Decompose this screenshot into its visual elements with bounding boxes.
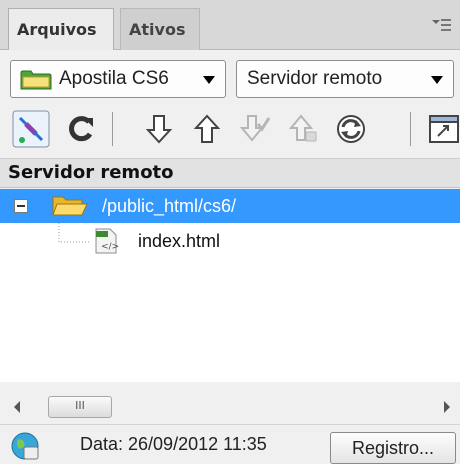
panel-menu-icon[interactable]: [430, 16, 452, 34]
tab-ativos[interactable]: Ativos: [120, 8, 200, 50]
scroll-left-icon[interactable]: [12, 400, 22, 414]
check-out-icon[interactable]: [236, 110, 274, 148]
folder-icon: [20, 70, 52, 90]
status-bar: Data: 26/09/2012 11:35 Registro...: [0, 424, 460, 464]
toolbar-separator: [112, 112, 113, 146]
tab-arquivos[interactable]: Arquivos: [8, 8, 114, 50]
check-in-icon[interactable]: [284, 110, 322, 148]
collapse-icon[interactable]: [14, 199, 28, 213]
connect-icon[interactable]: [12, 110, 50, 148]
status-text: Data: 26/09/2012 11:35: [80, 434, 267, 454]
open-folder-icon: [52, 196, 88, 216]
globe-icon: [11, 432, 39, 460]
refresh-icon[interactable]: [62, 110, 100, 148]
file-tree: /public_html/cs6/ </> index.html: [0, 189, 460, 382]
toolbar-separator: [410, 112, 411, 146]
get-icon[interactable]: [140, 110, 178, 148]
tree-file-label: index.html: [138, 231, 221, 251]
chevron-down-icon: [203, 76, 215, 84]
scroll-thumb[interactable]: III: [48, 396, 112, 418]
synchronize-icon[interactable]: [332, 110, 370, 148]
tree-connector-line: [58, 223, 90, 243]
log-button[interactable]: Registro...: [330, 432, 456, 464]
view-select[interactable]: Servidor remoto: [236, 60, 454, 98]
file-toolbar: [0, 104, 460, 152]
panel-tab-bar: Arquivos Ativos: [0, 0, 460, 50]
site-select-value: Apostila CS6: [59, 68, 169, 89]
chevron-down-icon: [431, 76, 443, 84]
horizontal-scrollbar[interactable]: III: [0, 382, 460, 418]
put-icon[interactable]: [188, 110, 226, 148]
html-file-icon: </>: [95, 228, 119, 254]
view-select-value: Servidor remoto: [247, 68, 383, 89]
section-header: Servidor remoto: [0, 158, 460, 188]
expand-icon[interactable]: [426, 110, 460, 148]
tree-row-file[interactable]: </> index.html: [0, 223, 460, 257]
tree-root-label: /public_html/cs6/: [102, 196, 237, 216]
svg-text:</>: </>: [101, 242, 119, 252]
site-select[interactable]: Apostila CS6: [10, 60, 226, 98]
scroll-right-icon[interactable]: [442, 400, 452, 414]
tree-row-root[interactable]: /public_html/cs6/: [0, 189, 460, 223]
